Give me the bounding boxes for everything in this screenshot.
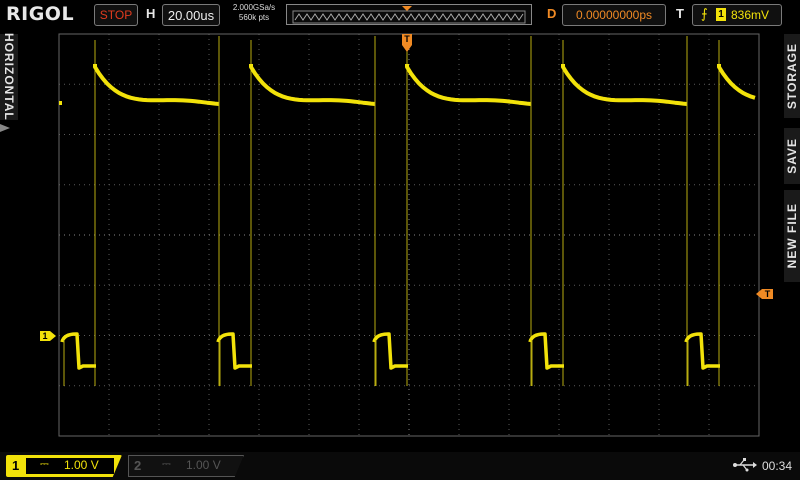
channel-1-coupling-icon: ⎓ (40, 458, 49, 470)
ch1-ground-marker[interactable]: 1 (40, 331, 50, 341)
usb-icon (733, 458, 757, 472)
lower-pulse-trace (684, 332, 720, 370)
channel-2-coupling-icon: ⎓ (162, 458, 171, 470)
trace-group (59, 36, 756, 386)
ch1-ground-arrow-icon (50, 331, 56, 341)
lower-pulse-trace (372, 332, 408, 370)
channel-1-number: 1 (12, 458, 20, 473)
waveform-display[interactable] (0, 0, 800, 452)
channel-1-scale: 1.00 V (64, 458, 99, 472)
trigger-position-arrow-icon (402, 45, 412, 52)
trigger-level-arrow-icon (756, 289, 762, 299)
trigger-level-marker[interactable]: T (762, 289, 773, 299)
clock: 00:34 (762, 459, 793, 473)
trigger-position-marker[interactable]: T (402, 34, 412, 45)
lower-pulse-trace (216, 332, 252, 370)
channel-2-scale: 1.00 V (186, 458, 221, 472)
graticule-grid (59, 34, 759, 436)
channel-2-number: 2 (134, 458, 142, 473)
upper-trace-segment (717, 64, 756, 100)
lower-pulse-trace (60, 332, 96, 370)
upper-trace-segment (93, 64, 220, 106)
